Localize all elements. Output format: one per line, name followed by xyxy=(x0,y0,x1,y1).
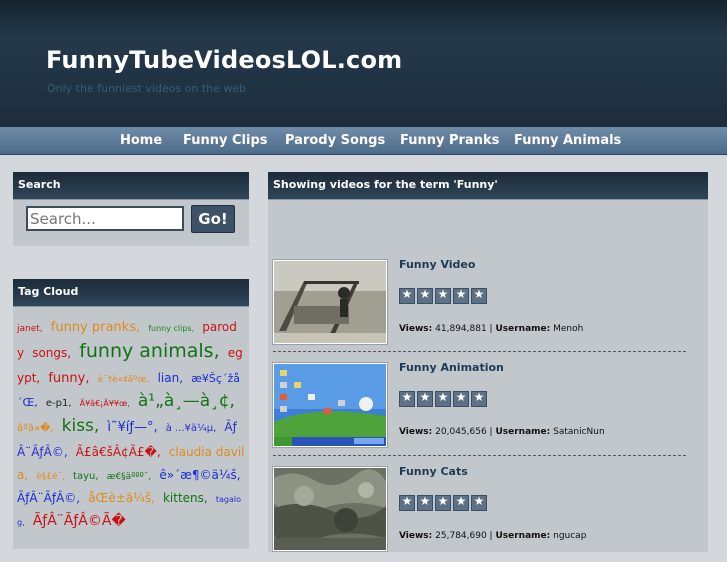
tag-link[interactable]: à¹„à¸—à¸¢, xyxy=(138,391,235,411)
rating-stars[interactable] xyxy=(399,390,487,407)
nav-funny-animals[interactable]: Funny Animals xyxy=(514,133,621,148)
star-icon[interactable] xyxy=(435,494,451,511)
rating-stars[interactable] xyxy=(399,287,487,304)
video-item: Funny Video Views: 41,894,881 | Username… xyxy=(273,258,691,355)
views-count: 41,894,881 xyxy=(435,324,487,334)
site-title[interactable]: FunnyTubeVideosLOL.com xyxy=(46,46,402,74)
tag-link[interactable]: funny, xyxy=(48,371,89,386)
star-icon[interactable] xyxy=(453,390,469,407)
tag-link[interactable]: e-p1, xyxy=(46,398,72,409)
tag-link[interactable]: Ã£â€šÂ¢Ã£�, xyxy=(76,445,161,459)
tag-link[interactable]: ãºã«�, xyxy=(17,423,54,434)
star-icon[interactable] xyxy=(453,494,469,511)
star-icon[interactable] xyxy=(417,390,433,407)
nav-home[interactable]: Home xyxy=(120,133,162,148)
video-title[interactable]: Funny Video xyxy=(399,258,475,271)
video-item: Funny Cats Views: 25,784,690 | Username:… xyxy=(273,465,691,562)
tag-link[interactable]: lian, xyxy=(158,371,183,385)
divider xyxy=(273,455,686,456)
views-count: 25,784,690 xyxy=(435,531,487,541)
nav-parody-songs[interactable]: Parody Songs xyxy=(285,133,385,148)
tag-link[interactable]: ê»´æ¶©ä¼š, xyxy=(159,468,240,482)
divider xyxy=(273,351,686,352)
tag-link[interactable]: funny clips, xyxy=(148,324,194,333)
tag-link[interactable]: funny pranks, xyxy=(51,320,140,335)
tag-link[interactable]: à ...¥ä¼µ, xyxy=(166,423,217,434)
main-nav: Home Funny Clips Parody Songs Funny Pran… xyxy=(0,127,727,155)
nav-funny-pranks[interactable]: Funny Pranks xyxy=(400,133,499,148)
video-title[interactable]: Funny Animation xyxy=(399,361,504,374)
tag-link[interactable]: åŒè±ä¼š, xyxy=(88,491,155,505)
site-header: FunnyTubeVideosLOL.com Only the funniest… xyxy=(0,0,727,127)
username[interactable]: ngucap xyxy=(553,531,586,541)
username[interactable]: Menoh xyxy=(553,324,583,334)
star-icon[interactable] xyxy=(471,390,487,407)
tagcloud-heading: Tag Cloud xyxy=(13,279,249,307)
video-meta: Views: 25,784,690 | Username: ngucap xyxy=(399,531,587,541)
star-icon[interactable] xyxy=(417,287,433,304)
tag-link[interactable]: kiss, xyxy=(62,416,100,436)
video-item: Funny Animation Views: 20,045,656 | User… xyxy=(273,361,691,458)
video-thumbnail[interactable] xyxy=(273,363,387,447)
tag-link[interactable]: songs, xyxy=(32,346,71,360)
star-icon[interactable] xyxy=(399,390,415,407)
video-thumbnail[interactable] xyxy=(273,467,387,551)
tag-link[interactable]: kittens, xyxy=(163,491,208,505)
results-panel: Showing videos for the term 'Funny' Funn… xyxy=(268,172,708,552)
cats-thumbnail-image xyxy=(274,468,386,550)
search-heading: Search xyxy=(13,172,249,200)
username-label: Username: xyxy=(495,324,551,334)
tag-link[interactable]: funny animals, xyxy=(79,340,219,362)
video-thumbnail[interactable] xyxy=(273,260,387,344)
tag-link[interactable]: janet, xyxy=(17,324,43,334)
username[interactable]: SatanicNun xyxy=(553,427,605,437)
playground-thumbnail-image xyxy=(274,261,386,343)
search-input[interactable] xyxy=(26,206,184,231)
tag-cloud: janet, funny pranks, funny clips, parody… xyxy=(17,314,245,531)
search-panel: Search Go! xyxy=(13,172,249,246)
rating-stars[interactable] xyxy=(399,494,487,511)
star-icon[interactable] xyxy=(471,494,487,511)
star-icon[interactable] xyxy=(471,287,487,304)
desktop-thumbnail-image xyxy=(274,364,386,446)
video-meta: Views: 20,045,656 | Username: SatanicNun xyxy=(399,427,605,437)
tag-link[interactable]: ì˜¥íƒ—°, xyxy=(107,420,157,435)
star-icon[interactable] xyxy=(399,287,415,304)
star-icon[interactable] xyxy=(399,494,415,511)
views-label: Views: xyxy=(399,324,433,334)
video-title[interactable]: Funny Cats xyxy=(399,465,468,478)
username-label: Username: xyxy=(495,531,551,541)
results-heading: Showing videos for the term 'Funny' xyxy=(268,172,708,200)
tag-link[interactable]: è¨†è«‡äºœ, xyxy=(98,375,150,385)
nav-funny-clips[interactable]: Funny Clips xyxy=(183,133,268,148)
tag-link[interactable]: Ã¥â€¡Ã¥¥œ, xyxy=(80,399,130,408)
site-tagline: Only the funniest videos on the web xyxy=(47,82,247,95)
tag-link[interactable]: æ€§äººº¯, xyxy=(107,472,152,482)
tag-link[interactable]: ÃƒÂ¨ÃƒÂ©, xyxy=(17,491,80,505)
views-label: Views: xyxy=(399,427,433,437)
username-label: Username: xyxy=(495,427,551,437)
views-count: 20,045,656 xyxy=(435,427,487,437)
search-go-button[interactable]: Go! xyxy=(191,205,235,233)
tag-link[interactable]: è§£è¨, xyxy=(36,472,65,482)
star-icon[interactable] xyxy=(453,287,469,304)
views-label: Views: xyxy=(399,531,433,541)
star-icon[interactable] xyxy=(435,390,451,407)
tagcloud-panel: Tag Cloud janet, funny pranks, funny cli… xyxy=(13,279,249,549)
video-meta: Views: 41,894,881 | Username: Menoh xyxy=(399,324,584,334)
tag-link[interactable]: ÃƒÂ¨ÃƒÂ©Ã� xyxy=(33,513,126,529)
tag-link[interactable]: tayu, xyxy=(73,471,98,482)
star-icon[interactable] xyxy=(435,287,451,304)
star-icon[interactable] xyxy=(417,494,433,511)
